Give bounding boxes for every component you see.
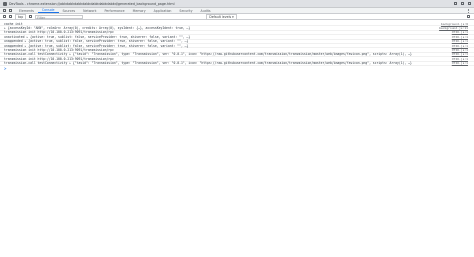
window-controls — [454, 2, 471, 5]
log-levels-select[interactable]: Default levels ▾ — [206, 13, 237, 20]
console-prompt[interactable]: > — [0, 65, 474, 71]
tab-performance[interactable]: Performance — [100, 8, 128, 13]
tab-application[interactable]: Application — [150, 8, 176, 13]
console-message: transmission init http://10.100.0.213:90… — [4, 56, 114, 61]
context-select[interactable]: top — [15, 13, 27, 20]
console-message: cache init — [4, 21, 23, 26]
source-link[interactable]: OTIO.js:1 — [452, 44, 468, 48]
inspect-element-icon[interactable] — [3, 9, 6, 12]
console-message: transmission init http://10.100.0.213:90… — [4, 48, 114, 53]
console-message[interactable]: unappended ▸ {active: true, sublist: fal… — [4, 39, 446, 43]
source-link[interactable]: OTIO.js:1 — [452, 57, 468, 61]
source-link[interactable]: OTIO.js:1 — [452, 35, 468, 39]
clear-console-icon[interactable] — [3, 15, 6, 18]
filter-input[interactable]: Filter — [35, 14, 84, 20]
tab-audits[interactable]: Audits — [197, 8, 215, 13]
window-titlebar: DevTools - chrome-extension://abkdabkdab… — [0, 0, 474, 8]
devtools-app-icon — [3, 1, 7, 6]
console-message: transmission init http://10.100.0.213:90… — [4, 30, 114, 35]
tab-elements[interactable]: Elements — [15, 8, 38, 13]
source-link[interactable]: OTIO.js:1 — [452, 61, 468, 65]
source-link[interactable]: OTIO.js:1 — [452, 48, 468, 52]
source-link[interactable]: OTIO.js:1 — [452, 39, 468, 43]
console-message[interactable]: ▸ {accessKeyId: "AKN", roleArn: Array(0)… — [4, 26, 433, 30]
block-icon[interactable] — [9, 15, 12, 18]
tab-console[interactable]: Console — [37, 8, 59, 13]
tab-sources[interactable]: Sources — [59, 8, 80, 13]
console-message[interactable]: transmission.call testConnectivity ▸ {"t… — [4, 52, 446, 56]
tab-network[interactable]: Network — [79, 8, 100, 13]
source-link[interactable]: OTIO.js:1 — [452, 30, 468, 34]
device-toolbar-icon[interactable] — [9, 9, 12, 12]
tab-memory[interactable]: Memory — [129, 8, 150, 13]
settings-gear-icon[interactable] — [467, 15, 470, 18]
console-message[interactable]: unactivated ▸ {active: true, sublist: fa… — [4, 35, 446, 39]
console-message[interactable]: unappended ▸ {active: true, sublist: fal… — [4, 44, 446, 48]
console-message[interactable]: transmission.call testConnectivity ▸ {"t… — [4, 61, 446, 65]
eye-icon[interactable] — [29, 15, 33, 18]
source-link[interactable]: OTIO.js:1 — [452, 52, 468, 56]
prompt-caret-icon: > — [4, 65, 7, 71]
window-title: DevTools - chrome-extension://abkdabkdab… — [9, 1, 175, 6]
more-options-icon[interactable] — [468, 8, 470, 13]
source-link[interactable]: background.js:6 — [441, 22, 468, 26]
source-link[interactable]: background.js:11 — [439, 26, 468, 30]
console-output: cache init background.js:6 ▸ {accessKeyI… — [0, 22, 474, 257]
close-icon[interactable] — [468, 2, 471, 5]
tab-security[interactable]: Security — [175, 8, 196, 13]
console-filterbar: top Filter Default levels ▾ — [0, 13, 474, 20]
minimize-icon[interactable] — [454, 2, 457, 5]
maximize-icon[interactable] — [461, 2, 464, 5]
